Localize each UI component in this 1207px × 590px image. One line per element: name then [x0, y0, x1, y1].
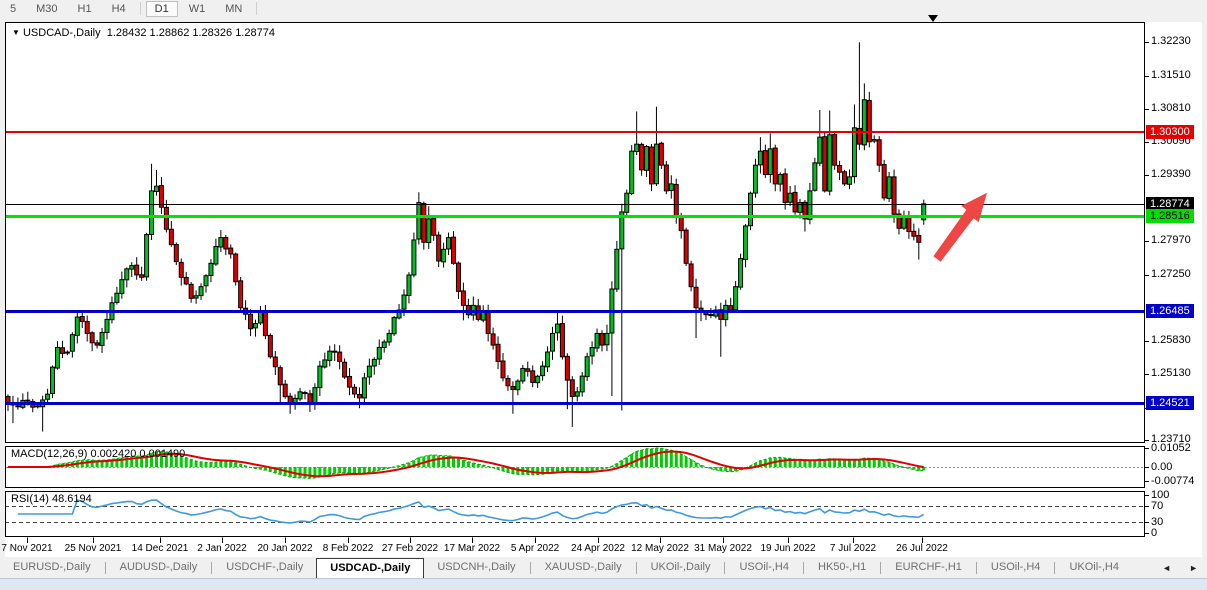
tab-separator	[976, 562, 977, 574]
toolbar-separator	[256, 2, 257, 15]
tab-separator	[1054, 562, 1055, 574]
tab-separator	[724, 562, 725, 574]
chart-tab-eurusd-daily[interactable]: EURUSD-,Daily	[0, 558, 104, 578]
price-axis-label: 1.27250	[1151, 268, 1191, 280]
toolbar-separator	[140, 2, 141, 15]
date-axis-label: 20 Jan 2022	[257, 543, 312, 554]
timeframe-button-h4[interactable]: H4	[103, 1, 135, 17]
date-axis-label: 7 Jul 2022	[830, 543, 876, 554]
macd-axis-label: 0.01052	[1151, 442, 1191, 454]
rsi-axis-label: 70	[1151, 500, 1163, 512]
price-axis-label: 1.29390	[1151, 168, 1191, 180]
chart-menu-triangle-icon: ▼	[12, 28, 20, 37]
chart-tab-usoil-h4[interactable]: USOil-,H4	[978, 558, 1054, 578]
tab-separator	[803, 562, 804, 574]
chart-tab-hk50-h1[interactable]: HK50-,H1	[805, 558, 879, 578]
rsi-axis-label: 30	[1151, 516, 1163, 528]
price-badge-support-blue-upper: 1.26485	[1146, 304, 1194, 318]
tab-separator	[636, 562, 637, 574]
chart-tab-audusd-daily[interactable]: AUDUSD-,Daily	[107, 558, 211, 578]
macd-indicator-label: MACD(12,26,9) 0.002420 0.001490	[11, 448, 185, 460]
timeframe-button-mn[interactable]: MN	[216, 1, 251, 17]
timeframe-button-w1[interactable]: W1	[180, 1, 215, 17]
price-axis-label: 1.27970	[1151, 234, 1191, 246]
bullish-arrow-annotation[interactable]	[925, 180, 997, 268]
date-axis-label: 31 May 2022	[694, 543, 752, 554]
price-axis-label: 1.32230	[1151, 35, 1191, 47]
price-badge-support-blue-lower: 1.24521	[1146, 396, 1194, 410]
date-axis-label: 24 Apr 2022	[571, 543, 625, 554]
price-axis-label: 1.31510	[1151, 69, 1191, 81]
date-axis-label: 12 May 2022	[631, 543, 689, 554]
rsi-axis-label: 100	[1151, 489, 1169, 501]
chart-tab-eurchf-h1[interactable]: EURCHF-,H1	[882, 558, 975, 578]
timeframe-button-d1[interactable]: D1	[146, 1, 178, 17]
status-bar	[0, 578, 1207, 590]
chart-shift-marker-icon	[928, 15, 938, 22]
date-axis-label: 7 Nov 2021	[1, 543, 52, 554]
date-axis-label: 17 Mar 2022	[444, 543, 500, 554]
rsi-indicator-label: RSI(14) 48.6194	[11, 493, 92, 505]
price-chart-canvas[interactable]	[5, 22, 1202, 557]
tab-separator	[211, 562, 212, 574]
chart-tab-xauusd-daily[interactable]: XAUUSD-,Daily	[532, 558, 635, 578]
tab-separator	[880, 562, 881, 574]
timeframe-toolbar: 5M30H1H4 D1W1MN	[0, 0, 1207, 17]
chart-tab-usdchf-daily[interactable]: USDCHF-,Daily	[213, 558, 316, 578]
date-axis-label: 5 Apr 2022	[511, 543, 559, 554]
chart-tab-usoil-h4[interactable]: USOil-,H4	[726, 558, 802, 578]
chart-tab-usdcnh-daily[interactable]: USDCNH-,Daily	[424, 558, 528, 578]
price-axis-label: 1.25830	[1151, 334, 1191, 346]
date-axis-label: 8 Feb 2022	[323, 543, 374, 554]
date-axis-label: 14 Dec 2021	[132, 543, 189, 554]
chart-ohlc-quote: 1.28432 1.28862 1.28326 1.28774	[107, 27, 275, 39]
price-axis-label: 1.30810	[1151, 102, 1191, 114]
date-axis-label: 19 Jun 2022	[760, 543, 815, 554]
chart-tab-bar: EURUSD-,DailyAUDUSD-,DailyUSDCHF-,DailyU…	[0, 558, 1207, 578]
tab-scroll-right-icon[interactable]: ►	[1180, 563, 1207, 573]
tab-scroll-left-icon[interactable]: ◄	[1153, 563, 1180, 573]
rsi-axis-label: 0	[1151, 527, 1157, 539]
chart-tab-ukoil-h4[interactable]: UKOil-,H4	[1056, 558, 1132, 578]
tab-separator	[530, 562, 531, 574]
date-axis-label: 25 Nov 2021	[65, 543, 122, 554]
date-axis-label: 26 Jul 2022	[896, 543, 948, 554]
price-badge-support-green: 1.28516	[1146, 209, 1194, 223]
timeframe-button-5[interactable]: 5	[1, 1, 25, 17]
timeframe-button-h1[interactable]: H1	[69, 1, 101, 17]
price-badge-resistance-red: 1.30300	[1146, 125, 1194, 139]
tab-separator	[105, 562, 106, 574]
chart-title: ▼ USDCAD-,Daily 1.28432 1.28862 1.28326 …	[12, 27, 275, 39]
timeframe-button-m30[interactable]: M30	[27, 1, 66, 17]
chart-window: ▼ USDCAD-,Daily 1.28432 1.28862 1.28326 …	[5, 22, 1202, 557]
macd-axis-label: -0.00774	[1151, 475, 1194, 487]
price-axis-label: 1.25130	[1151, 367, 1191, 379]
date-axis-label: 2 Jan 2022	[197, 543, 247, 554]
macd-axis-label: 0.00	[1151, 461, 1172, 473]
mt4-terminal: 5M30H1H4 D1W1MN ▼ USDCAD-,Daily 1.28432 1…	[0, 0, 1207, 590]
chart-symbol: USDCAD-,Daily	[23, 27, 101, 39]
date-axis-label: 27 Feb 2022	[382, 543, 438, 554]
chart-tab-ukoil-daily[interactable]: UKOil-,Daily	[638, 558, 724, 578]
chart-tab-usdcad-daily[interactable]: USDCAD-,Daily	[316, 558, 424, 578]
